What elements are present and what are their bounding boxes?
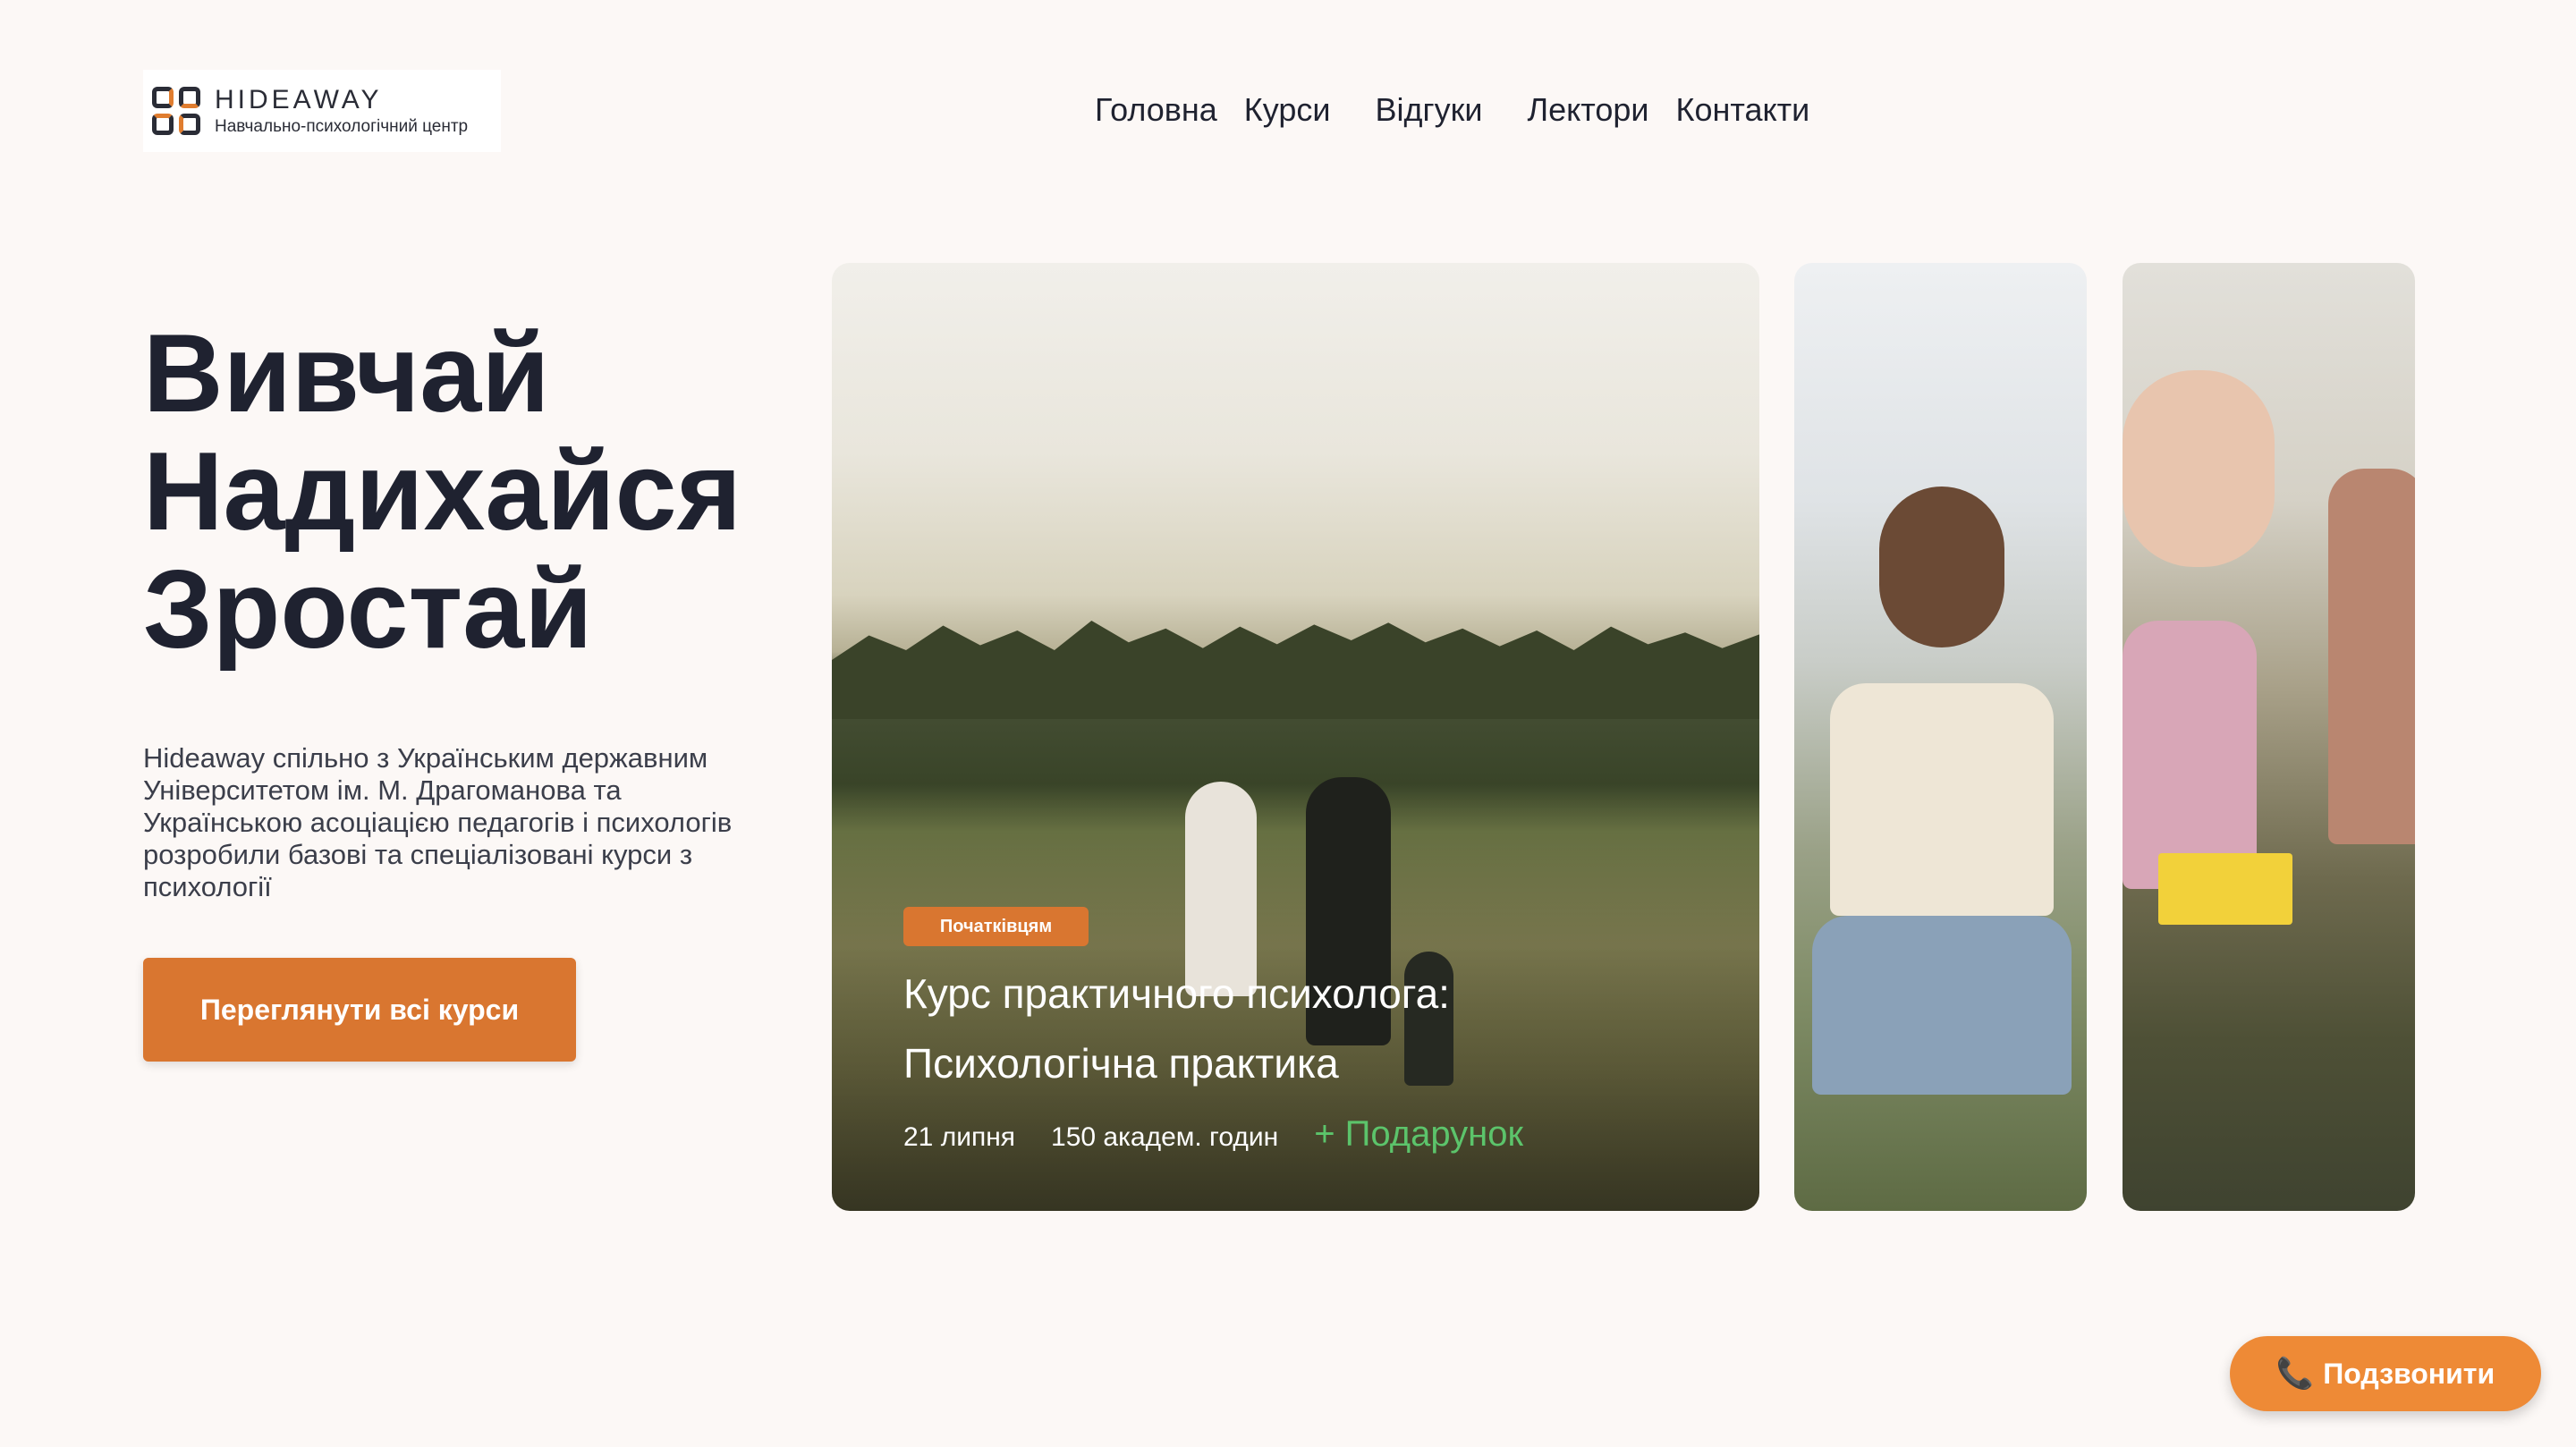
- hero-title-line: Зростай: [143, 548, 593, 672]
- course-gift: + Подарунок: [1314, 1114, 1524, 1154]
- hero-description: Hideaway спільно з Українським державним…: [143, 742, 733, 902]
- main-nav: Головна Курси Відгуки Лектори Контакти: [1095, 91, 1809, 129]
- baby-photo: [2123, 370, 2275, 567]
- flag-photo: [2158, 853, 2292, 925]
- phone-icon: 📞: [2275, 1356, 2315, 1392]
- nav-item-reviews[interactable]: Відгуки: [1375, 91, 1482, 129]
- logo-mark-icon: [152, 87, 200, 135]
- view-all-courses-button[interactable]: Переглянути всі курси: [143, 958, 576, 1062]
- logo[interactable]: HIDEAWAY Навчально-психологічний центр: [143, 70, 501, 152]
- hero-title-line: Вивчай: [143, 312, 550, 436]
- hero-title-line: Надихайся: [143, 430, 741, 554]
- logo-subtitle: Навчально-психологічний центр: [215, 117, 469, 136]
- course-date: 21 липня: [903, 1122, 1016, 1152]
- course-title[interactable]: Курс практичного психолога: Психологічна…: [903, 959, 1637, 1098]
- soldier-photo: [2328, 469, 2415, 844]
- callback-button[interactable]: 📞 Подзвонити: [2230, 1336, 2541, 1411]
- course-meta: 21 липня 150 академ. годин + Подарунок: [903, 1114, 1523, 1155]
- forest-image: [832, 621, 1759, 719]
- woman-photo: [1830, 683, 2054, 916]
- nav-item-contacts[interactable]: Контакти: [1676, 91, 1810, 129]
- course-card-family[interactable]: [2123, 263, 2415, 1211]
- baby-photo: [2123, 621, 2257, 889]
- nav-item-courses[interactable]: Курси: [1244, 91, 1331, 129]
- featured-course-card[interactable]: Початківцям Курс практичного психолога: …: [832, 263, 1759, 1211]
- woman-photo: [1812, 916, 2072, 1095]
- woman-photo: [1879, 487, 2004, 647]
- nav-item-lecturers[interactable]: Лектори: [1528, 91, 1649, 129]
- course-card-meditation[interactable]: [1794, 263, 2087, 1211]
- course-hours: 150 академ. годин: [1051, 1122, 1279, 1152]
- logo-title: HIDEAWAY: [215, 85, 383, 114]
- course-level-badge: Початківцям: [903, 907, 1089, 946]
- nav-item-home[interactable]: Головна: [1095, 91, 1217, 129]
- hero-title: Вивчай Надихайся Зростай: [143, 315, 741, 669]
- callback-label: Подзвонити: [2323, 1357, 2496, 1390]
